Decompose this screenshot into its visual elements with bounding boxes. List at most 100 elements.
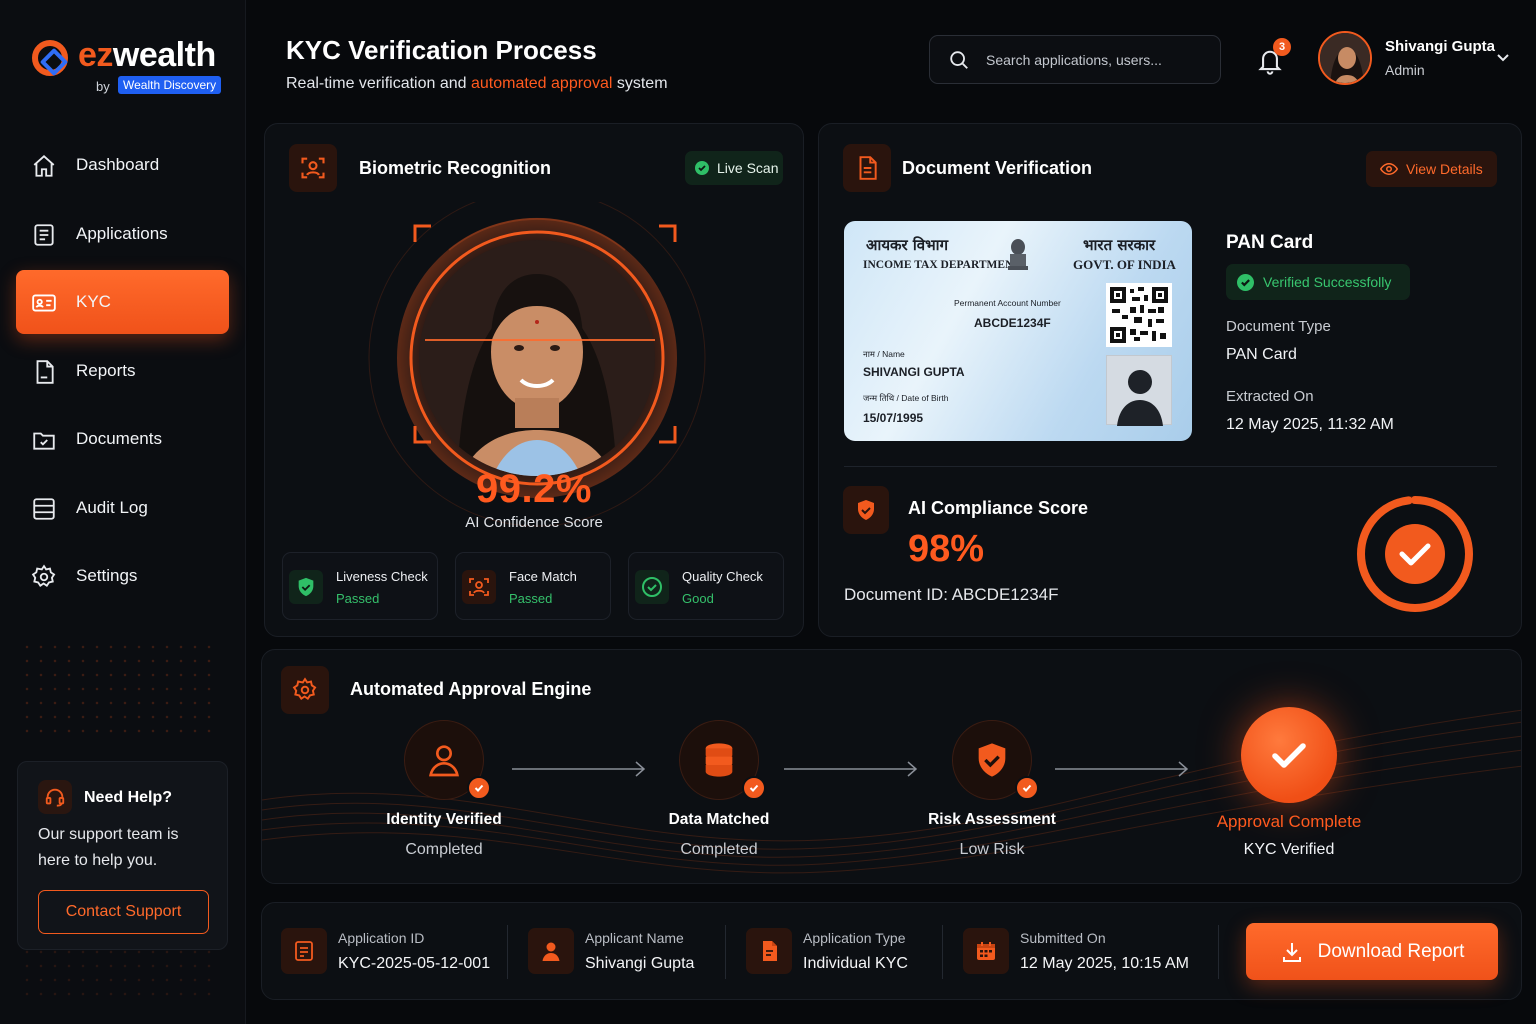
search-box[interactable] — [929, 35, 1221, 84]
compliance-score: 98% — [908, 528, 985, 570]
sidebar-item-audit-log[interactable]: Audit Log — [16, 476, 229, 540]
info-label: Application Type — [803, 930, 906, 946]
page-subtitle: Real-time verification and automated app… — [286, 75, 668, 93]
confidence-label: AI Confidence Score — [465, 514, 603, 531]
extracted-on-label: Extracted On — [1226, 388, 1314, 405]
logo-mark-icon — [32, 40, 68, 76]
info-value: Individual KYC — [803, 955, 908, 972]
check-icon — [1241, 707, 1337, 803]
sidebar-item-documents[interactable]: Documents — [16, 407, 229, 471]
pan-dept: INCOME TAX DEPARTMENT — [863, 259, 1022, 271]
compliance-title: AI Compliance Score — [908, 498, 1089, 518]
sidebar-item-label: Dashboard — [76, 155, 160, 174]
avatar[interactable] — [1318, 31, 1372, 85]
user-role: Admin — [1385, 62, 1425, 78]
compliance-ring — [1357, 496, 1473, 612]
sidebar-item-settings[interactable]: Settings — [16, 544, 229, 608]
extracted-on-value: 12 May 2025, 11:32 AM — [1226, 416, 1394, 433]
check-circle-icon — [695, 161, 709, 175]
circle-check-icon — [635, 570, 669, 604]
avatar-portrait-icon — [1320, 33, 1370, 83]
step-status: Completed — [680, 841, 758, 858]
pan-number: ABCDE1234F — [974, 316, 1051, 330]
pan-hindi-govt: भारत सरकार — [1083, 236, 1156, 254]
pan-dob-label: जन्म तिथि / Date of Birth — [863, 393, 949, 403]
qr-code-icon — [1106, 283, 1172, 347]
info-label: Application ID — [338, 930, 425, 946]
pan-dob: 15/07/1995 — [863, 411, 924, 425]
sidebar-item-label: Documents — [76, 429, 162, 448]
step-check-icon — [1015, 776, 1039, 800]
help-title: Need Help? — [84, 789, 173, 806]
search-input[interactable] — [986, 48, 1206, 72]
sidebar-item-kyc[interactable]: KYC — [16, 270, 229, 334]
pan-card-image[interactable]: आयकर विभाग INCOME TAX DEPARTMENT भारत सर… — [844, 221, 1192, 441]
help-card: Need Help? Our support team is here to h… — [17, 761, 228, 950]
live-scan-badge: Live Scan — [685, 151, 783, 185]
check-label: Liveness Check — [336, 569, 428, 584]
list-icon — [31, 222, 57, 246]
download-report-button[interactable]: Download Report — [1246, 923, 1498, 980]
pan-number-label: Permanent Account Number — [954, 298, 1061, 308]
info-label: Applicant Name — [585, 930, 684, 946]
document-title: Document Verification — [902, 158, 1093, 178]
folder-icon — [31, 427, 57, 451]
quality-check: Quality Check Good — [628, 552, 784, 620]
divider — [507, 925, 508, 979]
shield-check-icon — [289, 570, 323, 604]
home-icon — [31, 153, 57, 177]
download-report-label: Download Report — [1317, 940, 1465, 962]
eye-icon — [1380, 162, 1398, 176]
face-scan-icon — [289, 144, 337, 192]
step-check-icon — [467, 776, 491, 800]
divider — [725, 925, 726, 979]
step-status: Completed — [405, 841, 483, 858]
contact-support-button[interactable]: Contact Support — [38, 890, 209, 934]
check-status: Passed — [509, 591, 553, 606]
step-risk-assessment: Risk Assessment Low Risk — [892, 720, 1092, 870]
audit-icon — [31, 496, 57, 520]
arrow-right-icon — [1055, 761, 1189, 777]
approval-steps: Identity Verified Completed Data Matched… — [262, 650, 1521, 883]
shield-check-icon — [843, 486, 889, 534]
page-title: KYC Verification Process — [286, 35, 597, 65]
logo-badge: Wealth Discovery — [118, 76, 222, 94]
face-scan-icon — [462, 570, 496, 604]
sidebar-item-dashboard[interactable]: Dashboard — [16, 133, 229, 197]
sidebar-item-label: Reports — [76, 360, 136, 380]
decorative-dots — [20, 945, 220, 1005]
biometric-card: Biometric Recognition Live Scan 99.2% AI… — [264, 123, 804, 637]
verified-label: Verified Successfolly — [1263, 274, 1392, 290]
info-value: 12 May 2025, 10:15 AM — [1020, 955, 1189, 972]
chevron-down-icon[interactable] — [1495, 52, 1511, 64]
check-label: Face Match — [509, 569, 577, 584]
gear-icon — [31, 564, 57, 588]
divider — [942, 925, 943, 979]
application-info-bar: Application ID KYC-2025-05-12-001 Applic… — [261, 902, 1522, 1000]
confidence-score: 99.2% — [476, 467, 592, 511]
decorative-dots — [20, 640, 220, 740]
notification-badge: 3 — [1273, 38, 1291, 56]
sidebar-item-label: KYC — [76, 292, 111, 311]
info-value: KYC-2025-05-12-001 — [338, 955, 491, 972]
subtitle-highlight: automated approval — [470, 75, 613, 92]
approval-engine-card: Automated Approval Engine Identity Verif… — [261, 649, 1522, 884]
document-type-label: Document Type — [1226, 318, 1331, 335]
sidebar-item-reports[interactable]: Reports — [16, 339, 229, 403]
biometric-checks: Liveness Check Passed Face Match Passed … — [282, 552, 784, 620]
logo[interactable]: ezwealth by Wealth Discovery — [32, 36, 232, 98]
download-icon — [1282, 942, 1301, 962]
step-label: Identity Verified — [386, 811, 502, 828]
report-icon — [31, 359, 57, 384]
document-icon — [746, 928, 792, 974]
file-icon — [281, 928, 327, 974]
view-details-button[interactable]: View Details — [1366, 151, 1497, 187]
face-match-check: Face Match Passed — [455, 552, 611, 620]
search-icon — [950, 51, 968, 69]
sidebar-nav: Dashboard Applications KYC Reports Docum… — [16, 133, 229, 613]
calendar-icon — [963, 928, 1009, 974]
sidebar-item-applications[interactable]: Applications — [16, 202, 229, 266]
user-name: Shivangi Gupta — [1385, 38, 1496, 55]
step-label: Risk Assessment — [928, 811, 1056, 828]
check-label: Quality Check — [682, 569, 763, 584]
